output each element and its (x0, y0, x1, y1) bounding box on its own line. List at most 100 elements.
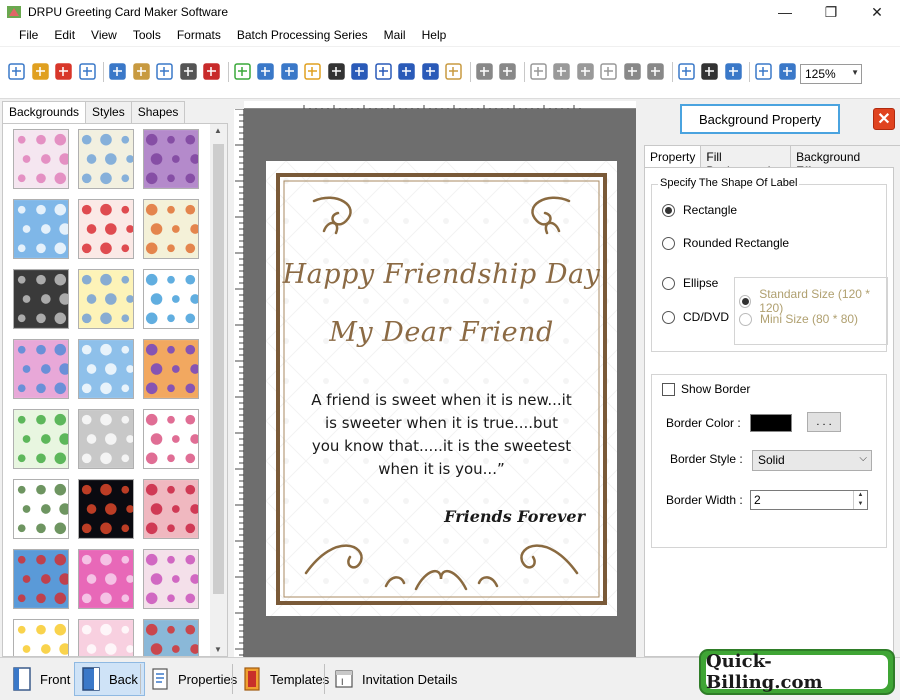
copy-icon[interactable] (528, 61, 549, 82)
radio-rounded-rectangle[interactable]: Rounded Rectangle (662, 236, 789, 250)
bg-thumb-gifts[interactable] (143, 269, 199, 329)
zoom-in-icon[interactable] (753, 61, 774, 82)
paste-icon[interactable] (551, 61, 572, 82)
crop-icon[interactable] (232, 61, 253, 82)
text-icon[interactable] (349, 61, 370, 82)
menu-mail[interactable]: Mail (377, 28, 413, 42)
grid-icon[interactable] (676, 61, 697, 82)
bg-thumb-ornament[interactable] (13, 479, 69, 539)
border-color-swatch[interactable] (750, 414, 792, 432)
bg-thumb-baby-letters[interactable] (78, 129, 134, 189)
bg-thumb-purple-pattern[interactable] (143, 129, 199, 189)
layers-icon[interactable] (201, 61, 222, 82)
properties-button[interactable]: Properties (144, 662, 243, 696)
menu-formats[interactable]: Formats (170, 28, 228, 42)
delete-icon[interactable] (598, 61, 619, 82)
border-width-input[interactable]: 2 ▲ ▼ (750, 490, 868, 510)
menu-file[interactable]: File (12, 28, 45, 42)
bg-thumb-stars[interactable] (13, 619, 69, 656)
menu-edit[interactable]: Edit (47, 28, 82, 42)
bg-thumb-strawberries[interactable] (78, 199, 134, 259)
radio-rectangle[interactable]: Rectangle (662, 203, 737, 217)
color-picker-button[interactable]: . . . (807, 412, 841, 432)
fit-icon[interactable] (723, 61, 744, 82)
line-icon[interactable] (420, 61, 441, 82)
actual-size-icon[interactable] (699, 61, 720, 82)
menu-tools[interactable]: Tools (126, 28, 168, 42)
undo-icon[interactable] (474, 61, 495, 82)
zoom-out-icon[interactable] (777, 61, 798, 82)
card-signoff[interactable]: Friends Forever (444, 507, 585, 526)
print-preview-icon[interactable] (154, 61, 175, 82)
redo-icon[interactable] (497, 61, 518, 82)
cut-icon[interactable] (575, 61, 596, 82)
tab-property[interactable]: Property (644, 145, 702, 167)
bg-thumb-dots-yellow[interactable] (78, 269, 134, 329)
bring-forward-icon[interactable] (622, 61, 643, 82)
scroll-up-icon[interactable]: ▲ (214, 126, 222, 135)
spinner-icon[interactable]: ▲ ▼ (853, 491, 867, 509)
show-border-checkbox[interactable]: Show Border (662, 382, 750, 396)
invitation-details-button[interactable]: I Invitation Details (328, 662, 463, 696)
card-subheadline[interactable]: My Dear Friend (266, 317, 617, 348)
bg-thumb-pink-circles[interactable] (78, 549, 134, 609)
bg-thumb-colorful-flowers[interactable] (143, 339, 199, 399)
signature-icon[interactable] (396, 61, 417, 82)
radio-ellipse[interactable]: Ellipse (662, 276, 718, 290)
image-icon[interactable] (255, 61, 276, 82)
border-style-select[interactable]: Solid ⌵ (752, 450, 872, 471)
bg-thumb-clouds[interactable] (13, 199, 69, 259)
save-icon[interactable] (77, 61, 98, 82)
minimize-button[interactable]: — (762, 0, 808, 24)
bg-thumb-hearts[interactable] (143, 479, 199, 539)
close-window-button[interactable]: ✕ (854, 0, 900, 24)
export-icon[interactable] (131, 61, 152, 82)
font-icon[interactable] (373, 61, 394, 82)
bg-thumb-white-heart[interactable] (78, 409, 134, 469)
templates-button[interactable]: Templates (236, 662, 335, 696)
maximize-button[interactable]: ❐ (808, 0, 854, 24)
scrollbar-thumb[interactable] (213, 144, 224, 594)
menu-view[interactable]: View (84, 28, 124, 42)
menu-batch-processing[interactable]: Batch Processing Series (230, 28, 375, 42)
bg-thumb-pink-swirls[interactable] (13, 339, 69, 399)
bg-thumb-leaves[interactable] (143, 199, 199, 259)
print-icon[interactable] (178, 61, 199, 82)
tab-styles[interactable]: Styles (85, 101, 132, 123)
bg-thumb-snowmen[interactable] (143, 619, 199, 656)
open-icon[interactable] (30, 61, 51, 82)
radio-cd-dvd[interactable]: CD/DVD (662, 310, 729, 324)
close-doc-icon[interactable] (53, 61, 74, 82)
greeting-card[interactable]: Happy Friendship Day My Dear Friend A fr… (266, 161, 617, 616)
pen-icon[interactable] (279, 61, 300, 82)
bg-thumb-baby-toys[interactable] (13, 129, 69, 189)
front-button[interactable]: Front (6, 662, 76, 696)
send-backward-icon[interactable] (645, 61, 666, 82)
barcode-icon[interactable] (326, 61, 347, 82)
database-icon[interactable] (443, 61, 464, 82)
zoom-select[interactable]: 125% ▼ (800, 64, 862, 84)
bg-thumb-doodles[interactable] (143, 409, 199, 469)
radio-label: Rounded Rectangle (683, 236, 790, 250)
tab-shapes[interactable]: Shapes (130, 101, 186, 123)
picture-icon[interactable] (302, 61, 323, 82)
save-as-icon[interactable] (107, 61, 128, 82)
bg-thumb-pink-lace[interactable] (78, 619, 134, 656)
bg-thumb-pink-flowers[interactable] (143, 549, 199, 609)
bg-thumb-grey-leaves[interactable] (13, 269, 69, 329)
bg-thumb-green-trees[interactable] (13, 409, 69, 469)
gallery-scrollbar[interactable]: ▲ ▼ (210, 124, 227, 656)
new-icon[interactable] (6, 61, 27, 82)
back-button[interactable]: Back (74, 662, 145, 696)
tab-backgrounds[interactable]: Backgrounds (2, 101, 87, 124)
card-poem[interactable]: A friend is sweet when it is new...it is… (266, 389, 617, 481)
bg-thumb-fireworks[interactable] (78, 479, 134, 539)
close-panel-button[interactable]: ✕ (873, 108, 895, 130)
card-headline[interactable]: Happy Friendship Day (266, 259, 617, 290)
scroll-down-icon[interactable]: ▼ (214, 645, 222, 654)
tab-fill-background[interactable]: Fill Background (700, 145, 792, 178)
bg-thumb-snowflakes[interactable] (78, 339, 134, 399)
menu-help[interactable]: Help (415, 28, 454, 42)
bg-thumb-christmas[interactable] (13, 549, 69, 609)
tab-background-effects[interactable]: Background Effects (790, 145, 900, 178)
